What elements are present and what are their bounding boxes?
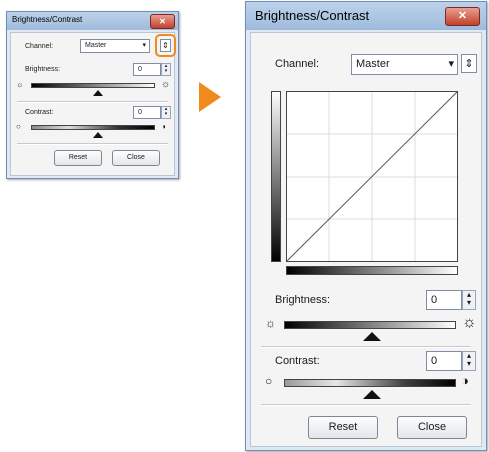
tone-curve-svg: [286, 91, 458, 262]
channel-label: Channel:: [275, 58, 320, 70]
dialog-title: Brightness/Contrast: [12, 15, 83, 24]
chevron-down-icon: ▾: [448, 58, 454, 70]
brightness-stepper[interactable]: ▴ ▾: [161, 63, 171, 76]
brightness-slider-track[interactable]: [31, 83, 155, 88]
brightness-stepper[interactable]: ▴ ▾: [462, 290, 476, 310]
channel-select[interactable]: Master ▾: [351, 54, 458, 75]
contrast-slider-track[interactable]: [31, 125, 155, 130]
spin-down-icon[interactable]: ▾: [463, 299, 475, 307]
contrast-stepper[interactable]: ▴ ▾: [462, 351, 476, 371]
dialog-body: Channel: Master ▾ ⇕ Brightness: 0 ▴ ▾ ☼ …: [250, 32, 482, 447]
brightness-label: Brightness:: [275, 294, 331, 306]
sun-bright-icon: ☼: [161, 79, 171, 90]
contrast-low-icon: ○: [16, 122, 21, 131]
contrast-slider-thumb[interactable]: [363, 390, 381, 399]
close-button[interactable]: Close: [397, 416, 467, 439]
contrast-input[interactable]: 0: [133, 106, 161, 119]
close-icon: ✕: [159, 17, 166, 26]
brightness-slider-track[interactable]: [284, 321, 456, 329]
brightness-slider-thumb[interactable]: [363, 332, 381, 341]
expand-toggle-icon: ⇕: [464, 58, 474, 70]
close-window-button[interactable]: ✕: [445, 7, 480, 26]
brightness-contrast-dialog-large: Brightness/Contrast ✕ Channel: Master ▾ …: [245, 1, 487, 451]
contrast-high-icon: ◑: [161, 122, 166, 131]
spin-down-icon[interactable]: ▾: [162, 112, 170, 117]
contrast-slider-track[interactable]: [284, 379, 456, 387]
brightness-contrast-dialog-small: Brightness/Contrast ✕ Channel: Master ▾ …: [6, 11, 179, 179]
separator: [17, 143, 168, 145]
brightness-value: 0: [431, 294, 438, 306]
close-button-label: Close: [127, 154, 145, 161]
input-level-gradient: [286, 266, 458, 275]
toggle-view-button[interactable]: ⇕: [461, 54, 477, 73]
sun-bright-icon: ☼: [462, 314, 477, 331]
transition-arrow-icon: [199, 82, 221, 112]
close-window-button[interactable]: ✕: [150, 14, 175, 29]
channel-select-value: Master: [356, 58, 390, 70]
reset-button-label: Reset: [328, 421, 358, 433]
close-button-label: Close: [417, 421, 447, 433]
channel-select[interactable]: Master ▾: [80, 39, 150, 53]
contrast-slider-thumb[interactable]: [93, 132, 103, 138]
reset-button[interactable]: Reset: [308, 416, 378, 439]
channel-select-value: Master: [85, 42, 107, 49]
close-button[interactable]: Close: [112, 150, 160, 166]
separator: [261, 404, 471, 406]
brightness-value: 0: [138, 66, 142, 73]
chevron-down-icon: ▾: [142, 42, 146, 49]
contrast-stepper[interactable]: ▴ ▾: [161, 106, 171, 119]
sun-dim-icon: ☼: [16, 80, 24, 89]
contrast-input[interactable]: 0: [426, 351, 462, 371]
contrast-high-icon: ◑: [461, 373, 469, 388]
brightness-input[interactable]: 0: [133, 63, 161, 76]
reset-button[interactable]: Reset: [54, 150, 102, 166]
toggle-highlight-ring: [155, 34, 176, 57]
reset-button-label: Reset: [68, 154, 88, 161]
brightness-slider-thumb[interactable]: [93, 90, 103, 96]
output-level-gradient: [271, 91, 281, 262]
contrast-value: 0: [431, 355, 438, 367]
spin-down-icon[interactable]: ▾: [162, 69, 170, 74]
contrast-low-icon: ○: [265, 374, 273, 388]
channel-label: Channel:: [25, 43, 54, 50]
dialog-body: Channel: Master ▾ ⇕ Brightness: 0 ▴ ▾ ☼ …: [10, 32, 176, 176]
close-icon: ✕: [457, 10, 468, 22]
separator: [261, 346, 471, 348]
separator: [17, 101, 168, 103]
brightness-input[interactable]: 0: [426, 290, 462, 310]
tone-curve-graph[interactable]: [286, 91, 458, 262]
contrast-value: 0: [138, 109, 142, 116]
brightness-label: Brightness:: [25, 66, 61, 73]
contrast-label: Contrast:: [25, 109, 54, 116]
sun-dim-icon: ☼: [265, 316, 276, 330]
title-bar[interactable]: Brightness/Contrast ✕: [246, 2, 486, 30]
spin-down-icon[interactable]: ▾: [463, 360, 475, 368]
title-bar[interactable]: Brightness/Contrast ✕: [7, 12, 178, 30]
dialog-title: Brightness/Contrast: [255, 8, 370, 23]
contrast-label: Contrast:: [275, 355, 320, 367]
